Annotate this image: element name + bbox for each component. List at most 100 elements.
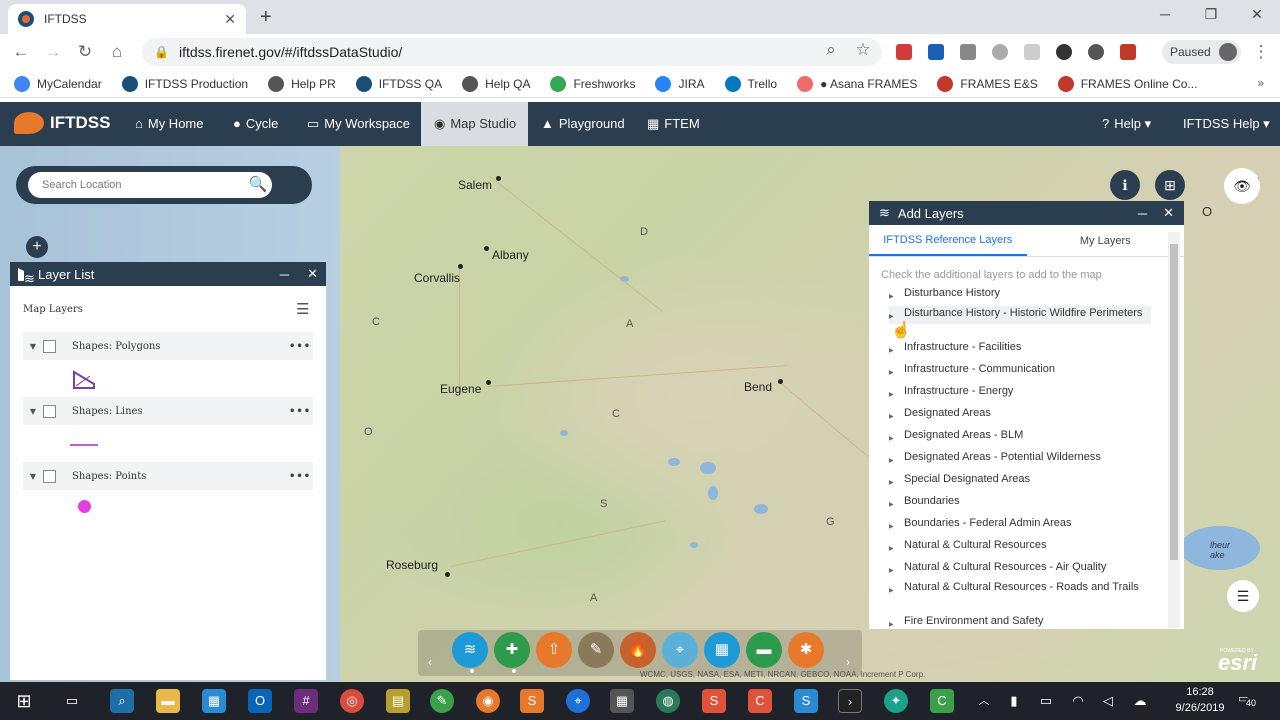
- bookmark-item[interactable]: Trello: [724, 75, 777, 92]
- layer-visibility-checkbox[interactable]: [43, 469, 56, 483]
- extension-icon[interactable]: [960, 44, 976, 60]
- reference-layer-item[interactable]: ▶ Boundaries - Federal Admin Areas: [889, 516, 1151, 534]
- nav-cycle[interactable]: ● Cycle: [226, 102, 285, 146]
- chrome-icon[interactable]: ◎: [340, 689, 364, 713]
- home-button[interactable]: ⌂: [106, 42, 128, 62]
- filter-list-icon[interactable]: ☰: [296, 300, 309, 318]
- nav-playground[interactable]: ▲ Playground: [534, 102, 632, 146]
- nav-help-menu[interactable]: ? Help ▾: [1095, 102, 1158, 146]
- expand-arrow-icon[interactable]: ▶: [889, 614, 904, 632]
- chevron-down-icon[interactable]: ▼: [23, 472, 43, 481]
- slack-icon[interactable]: #: [294, 689, 318, 713]
- tools-prev-arrow-icon[interactable]: ‹: [428, 655, 432, 669]
- reference-layer-item[interactable]: ▶ Special Designated Areas: [889, 472, 1151, 490]
- app-icon[interactable]: C: [930, 689, 954, 713]
- expand-arrow-icon[interactable]: ▶: [889, 286, 904, 304]
- zoom-in-button[interactable]: +: [26, 236, 48, 258]
- bookmark-item[interactable]: Help QA: [462, 75, 530, 92]
- calculator-icon[interactable]: ▦: [610, 689, 634, 713]
- scrollbar-thumb[interactable]: [1170, 244, 1178, 560]
- bookmark-star-icon[interactable]: ☆: [852, 40, 874, 60]
- tab-my-layers[interactable]: My Layers: [1027, 225, 1185, 256]
- expand-arrow-icon[interactable]: ▶: [889, 406, 904, 424]
- extension-icon[interactable]: [1056, 44, 1072, 60]
- bookmark-item[interactable]: Help PR: [268, 75, 336, 92]
- app-icon[interactable]: ✦: [884, 689, 908, 713]
- chevron-down-icon[interactable]: ▼: [23, 407, 43, 416]
- app-icon[interactable]: S: [794, 689, 818, 713]
- app-icon[interactable]: ▤: [386, 689, 410, 713]
- chevron-down-icon[interactable]: ▼: [23, 342, 43, 351]
- sublime-icon[interactable]: S: [520, 689, 544, 713]
- layer-row-lines[interactable]: ▼ Shapes: Lines •••: [23, 397, 313, 425]
- taskbar-clock[interactable]: 16:28 9/26/2019: [1170, 684, 1230, 716]
- layer-row-points[interactable]: ▼ Shapes: Points •••: [23, 462, 313, 490]
- bookmark-item[interactable]: JIRA: [655, 75, 705, 92]
- new-tab-button[interactable]: +: [260, 6, 272, 29]
- wifi-icon[interactable]: ◠: [1066, 689, 1090, 713]
- expand-arrow-icon[interactable]: ▶: [889, 516, 904, 534]
- app-icon[interactable]: C: [748, 689, 772, 713]
- minimize-icon[interactable]: ─: [280, 267, 289, 282]
- tray-usb-icon[interactable]: ▮: [1002, 689, 1026, 713]
- extension-icon[interactable]: [1088, 44, 1104, 60]
- app-icon[interactable]: ◍: [656, 689, 680, 713]
- layer-row-polygons[interactable]: ▼ Shapes: Polygons •••: [23, 332, 313, 360]
- reference-layer-item[interactable]: ▶ Natural & Cultural Resources: [889, 538, 1151, 556]
- expand-arrow-icon[interactable]: ▶: [889, 560, 904, 578]
- reference-layer-item[interactable]: ▶ Fire Environment and Safety: [889, 614, 1151, 632]
- zoom-search-icon[interactable]: ⌕: [820, 40, 842, 60]
- battery-icon[interactable]: ▭: [1034, 689, 1058, 713]
- expand-arrow-icon[interactable]: ▶: [889, 362, 904, 380]
- expand-arrow-icon[interactable]: ▶: [889, 428, 904, 446]
- forward-button[interactable]: →: [42, 42, 64, 62]
- reference-layer-item[interactable]: ▶ Designated Areas - Potential Wilderness: [889, 450, 1151, 468]
- bookmark-item[interactable]: IFTDSS QA: [355, 75, 442, 92]
- tool-measure-button[interactable]: ▬: [746, 632, 782, 668]
- task-view-icon[interactable]: ▭: [60, 689, 84, 713]
- extension-icon[interactable]: [1120, 44, 1136, 60]
- reference-layer-item[interactable]: ▶ Infrastructure - Communication: [889, 362, 1151, 380]
- app-icon[interactable]: ▦: [202, 689, 226, 713]
- extension-icon[interactable]: [896, 44, 912, 60]
- bookmark-item[interactable]: FRAMES E&S: [937, 75, 1038, 92]
- bookmark-item[interactable]: MyCalendar: [14, 75, 102, 92]
- address-bar[interactable]: 🔒 iftdss.firenet.gov/#/iftdssDataStudio/: [142, 38, 882, 66]
- extension-icon[interactable]: [992, 44, 1008, 60]
- nav-iftdss-help-menu[interactable]: IFTDSS Help ▾: [1176, 102, 1277, 146]
- bookmark-item[interactable]: IFTDSS Production: [121, 75, 248, 92]
- visibility-eye-button[interactable]: 👁: [1224, 168, 1260, 204]
- tray-chevron-up-icon[interactable]: ︿: [972, 689, 996, 713]
- bookmark-item[interactable]: Freshworks: [550, 75, 635, 92]
- nav-ftem[interactable]: ▦ FTEM: [640, 102, 707, 146]
- minimize-window-button[interactable]: ─: [1142, 6, 1188, 22]
- attribute-table-button[interactable]: ☰: [1227, 580, 1259, 612]
- info-button[interactable]: ℹ: [1110, 170, 1140, 200]
- windows-start-icon[interactable]: ⊞: [12, 689, 36, 713]
- layer-visibility-checkbox[interactable]: [43, 339, 56, 353]
- volume-icon[interactable]: ◁: [1096, 689, 1120, 713]
- restore-window-button[interactable]: ❐: [1188, 6, 1234, 23]
- search-button[interactable]: 🔍: [244, 172, 272, 198]
- close-icon[interactable]: ✕: [1163, 205, 1174, 221]
- expand-arrow-icon[interactable]: ▶: [889, 472, 904, 490]
- nav-my-home[interactable]: ⌂ My Home: [128, 102, 210, 146]
- reference-layer-item[interactable]: ▶ Infrastructure - Energy: [889, 384, 1151, 402]
- tool-edit-shapes-button[interactable]: ✎: [578, 632, 614, 668]
- reload-button[interactable]: ↻: [74, 42, 96, 62]
- reference-layer-item[interactable]: ▶ Designated Areas - BLM: [889, 428, 1151, 446]
- tool-add-layers-button[interactable]: ✚: [494, 632, 530, 668]
- close-tab-icon[interactable]: ✕: [224, 11, 236, 28]
- bookmark-item[interactable]: ● Asana FRAMES: [797, 75, 917, 92]
- close-icon[interactable]: ✕: [307, 266, 318, 282]
- split-view-button[interactable]: ⊞: [1155, 170, 1185, 200]
- tool-location-button[interactable]: ⌖: [662, 632, 698, 668]
- reference-layer-item[interactable]: ▶ Designated Areas: [889, 406, 1151, 424]
- tool-upload-button[interactable]: ⇧: [536, 632, 572, 668]
- reference-layer-item[interactable]: ▶ Natural & Cultural Resources - Air Qual…: [889, 560, 1151, 578]
- iftdss-logo[interactable]: IFTDSS: [14, 112, 110, 134]
- more-options-icon[interactable]: •••: [289, 471, 313, 482]
- profile-button[interactable]: Paused: [1162, 40, 1241, 64]
- outlook-icon[interactable]: O: [248, 689, 272, 713]
- bookmark-item[interactable]: FRAMES Online Co...: [1057, 75, 1197, 92]
